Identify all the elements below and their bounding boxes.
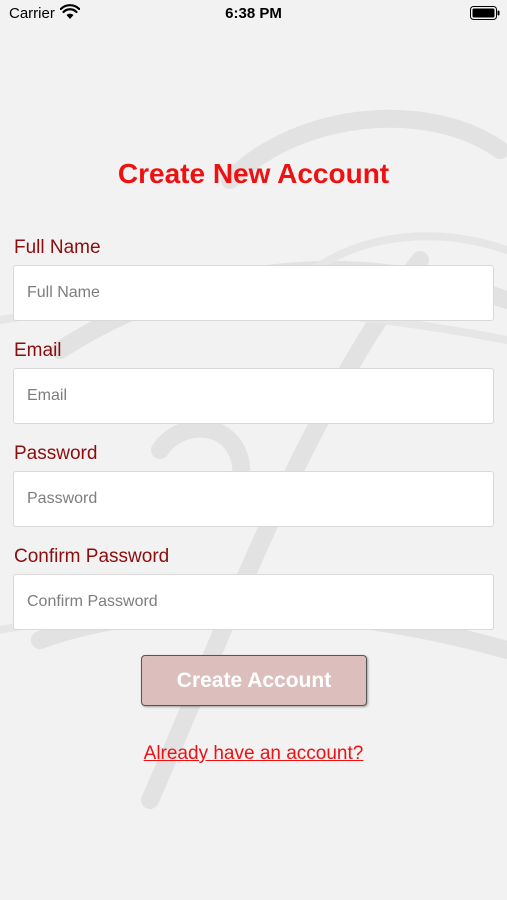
confirm-password-input[interactable] [13,574,494,630]
full-name-input[interactable] [13,265,494,321]
status-time: 6:38 PM [225,5,282,22]
email-label: Email [14,340,62,361]
already-have-account-link[interactable]: Already have an account? [0,743,507,765]
page-title: Create New Account [117,158,390,189]
password-input[interactable] [13,471,494,527]
email-input[interactable] [13,368,494,424]
battery-icon [470,6,500,20]
confirm-password-label: Confirm Password [14,546,170,567]
password-label: Password [14,443,98,464]
create-account-button[interactable]: Create Account [141,655,367,706]
status-bar: Carrier 6:38 PM [0,0,507,28]
full-name-label: Full Name [14,237,101,258]
